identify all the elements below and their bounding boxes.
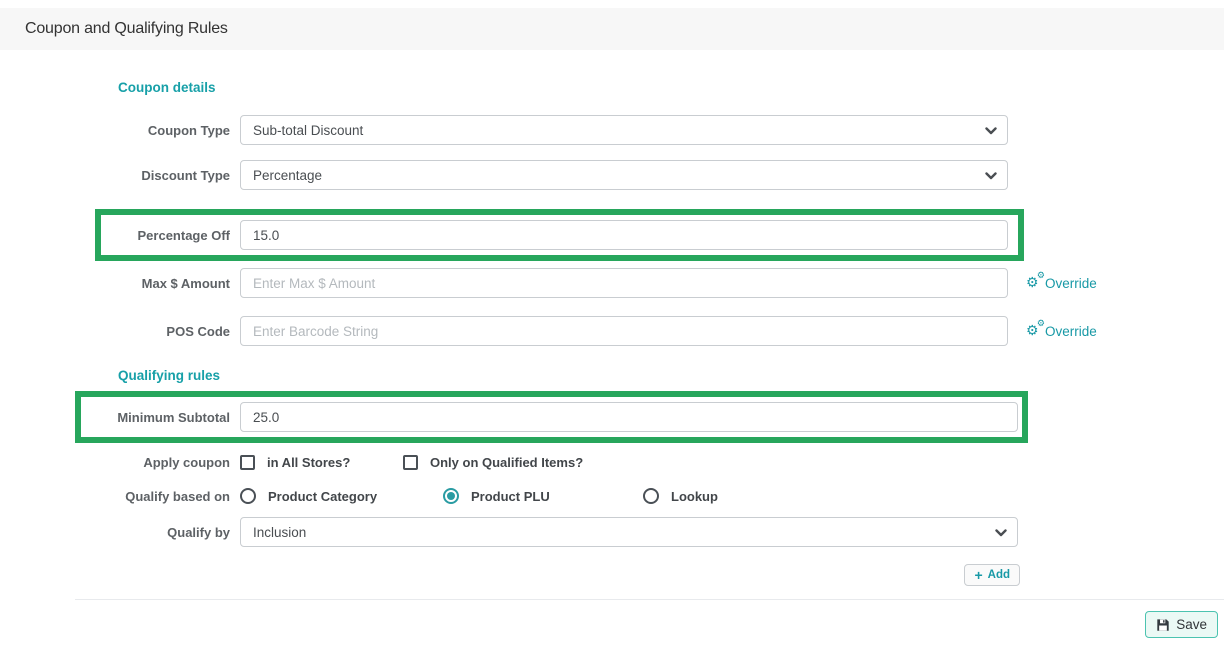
- checkbox-label: Only on Qualified Items?: [430, 455, 583, 470]
- coupon-type-row: Coupon Type Sub-total Discount: [0, 115, 1232, 145]
- save-button[interactable]: Save: [1145, 611, 1218, 638]
- discount-type-select[interactable]: Percentage: [240, 160, 1008, 190]
- qualify-by-select[interactable]: Inclusion: [240, 517, 1018, 547]
- checkbox-item-in-all-stores: in All Stores?: [240, 455, 403, 470]
- coupon-type-label: Coupon Type: [0, 123, 230, 138]
- add-row: Add: [0, 564, 1020, 586]
- minimum-subtotal-input[interactable]: [240, 402, 1018, 432]
- qualify-based-on-label: Qualify based on: [0, 489, 230, 504]
- product-category-radio[interactable]: [240, 488, 256, 504]
- top-strip: [0, 0, 1232, 8]
- plus-icon: [974, 568, 982, 583]
- max-amount-row: Max $ Amount Override: [0, 268, 1232, 298]
- pos-code-row: POS Code Override: [0, 316, 1232, 346]
- footer-divider: [75, 599, 1224, 600]
- percentage-off-input[interactable]: [240, 220, 1008, 250]
- gears-icon: [1026, 275, 1045, 291]
- apply-coupon-row: Apply coupon in All Stores? Only on Qual…: [0, 455, 1232, 470]
- discount-type-row: Discount Type Percentage: [0, 160, 1232, 190]
- max-amount-override-link[interactable]: Override: [1026, 275, 1097, 291]
- add-button-label: Add: [988, 569, 1010, 581]
- product-plu-radio[interactable]: [443, 488, 459, 504]
- checkbox-item-only-qualified: Only on Qualified Items?: [403, 455, 583, 470]
- max-amount-label: Max $ Amount: [0, 276, 230, 291]
- radio-label: Product PLU: [471, 489, 550, 504]
- qualify-by-row: Qualify by Inclusion: [0, 517, 1232, 547]
- save-row: Save: [0, 611, 1232, 638]
- discount-type-value: Percentage: [253, 168, 322, 183]
- apply-coupon-options: in All Stores? Only on Qualified Items?: [240, 455, 583, 470]
- coupon-type-select[interactable]: Sub-total Discount: [240, 115, 1008, 145]
- radio-label: Product Category: [268, 489, 377, 504]
- qualify-based-on-row: Qualify based on Product Category Produc…: [0, 488, 1232, 504]
- radio-item-lookup: Lookup: [643, 488, 718, 504]
- add-button[interactable]: Add: [964, 564, 1020, 586]
- override-label: Override: [1045, 276, 1097, 291]
- discount-type-label: Discount Type: [0, 168, 230, 183]
- lookup-radio[interactable]: [643, 488, 659, 504]
- save-button-label: Save: [1176, 617, 1207, 632]
- apply-coupon-label: Apply coupon: [0, 455, 230, 470]
- qualify-by-value: Inclusion: [253, 525, 306, 540]
- override-label: Override: [1045, 324, 1097, 339]
- radio-item-product-plu: Product PLU: [443, 488, 643, 504]
- checkbox-label: in All Stores?: [267, 455, 350, 470]
- percentage-off-label: Percentage Off: [101, 228, 230, 243]
- section-heading-qualifying-rules: Qualifying rules: [118, 368, 1232, 383]
- radio-item-product-category: Product Category: [240, 488, 443, 504]
- in-all-stores-checkbox[interactable]: [240, 455, 255, 470]
- section-heading-coupon-details: Coupon details: [118, 80, 1232, 95]
- chevron-down-icon: [985, 172, 997, 180]
- coupon-type-value: Sub-total Discount: [253, 123, 363, 138]
- pos-code-input[interactable]: [240, 316, 1008, 346]
- coupon-form: Coupon details Coupon Type Sub-total Dis…: [0, 50, 1232, 638]
- qualify-based-on-options: Product Category Product PLU Lookup: [240, 488, 718, 504]
- chevron-down-icon: [995, 529, 1007, 537]
- minimum-subtotal-label: Minimum Subtotal: [81, 410, 230, 425]
- only-qualified-items-checkbox[interactable]: [403, 455, 418, 470]
- radio-label: Lookup: [671, 489, 718, 504]
- pos-code-label: POS Code: [0, 324, 230, 339]
- page-title: Coupon and Qualifying Rules: [25, 20, 228, 38]
- percentage-off-highlight-box: Percentage Off: [95, 209, 1024, 261]
- panel-header: Coupon and Qualifying Rules: [0, 8, 1224, 50]
- minimum-subtotal-highlight-box: Minimum Subtotal: [75, 391, 1028, 443]
- gears-icon: [1026, 323, 1045, 339]
- floppy-disk-icon: [1156, 618, 1170, 632]
- pos-code-override-link[interactable]: Override: [1026, 323, 1097, 339]
- qualify-by-label: Qualify by: [0, 525, 230, 540]
- max-amount-input[interactable]: [240, 268, 1008, 298]
- chevron-down-icon: [985, 127, 997, 135]
